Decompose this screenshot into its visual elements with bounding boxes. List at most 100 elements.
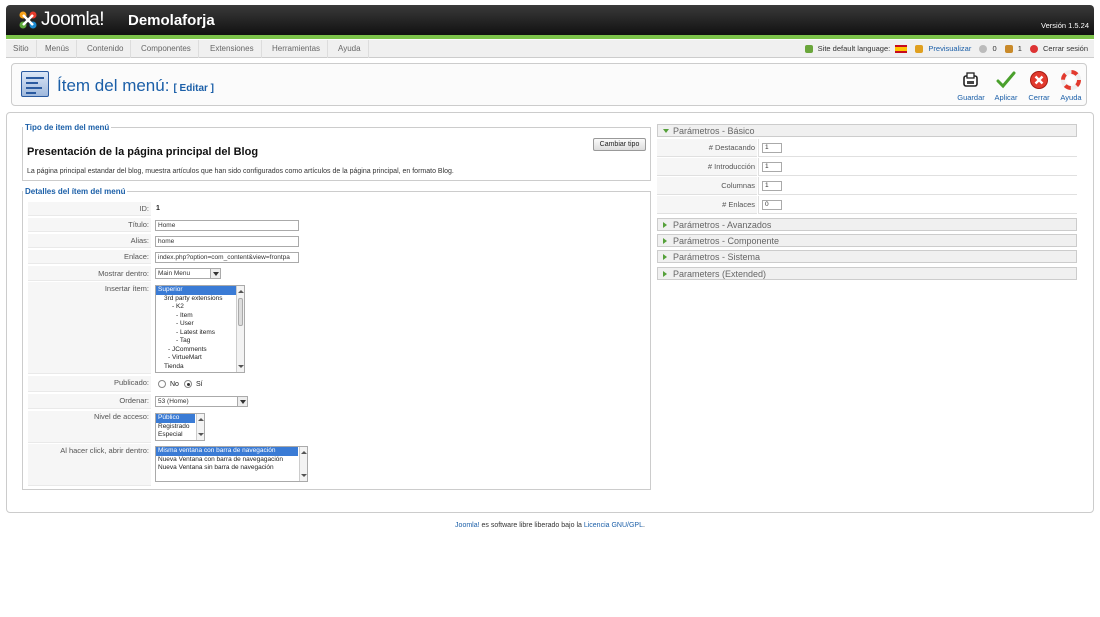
page-subtitle: [ Editar ]	[173, 83, 215, 94]
parent-option[interactable]: 3rd party extensions	[156, 295, 244, 304]
checkmark-icon	[996, 70, 1016, 90]
param-columns-input[interactable]: 1	[762, 181, 782, 191]
menu-extensiones[interactable]: Extensiones	[203, 40, 262, 58]
parent-scrollbar[interactable]	[236, 286, 244, 372]
param-featured-input[interactable]: 1	[762, 143, 782, 153]
parent-option[interactable]: - User	[156, 320, 244, 329]
scroll-down-icon	[198, 433, 204, 439]
published-label: Publicado:	[28, 376, 151, 392]
id-value: 1	[156, 205, 160, 212]
scroll-down-icon	[301, 474, 307, 480]
preview-link[interactable]: Previsualizar	[915, 40, 971, 58]
order-select[interactable]: 53 (Home)	[155, 396, 248, 407]
menu-herramientas[interactable]: Herramientas	[265, 40, 329, 58]
language-icon	[804, 45, 813, 54]
parent-option[interactable]: - Item	[156, 312, 244, 321]
params-system-header[interactable]: Parámetros - Sistema	[657, 250, 1077, 263]
link-input[interactable]: index.php?option=com_content&view=frontp…	[155, 252, 299, 263]
alias-input[interactable]: home	[155, 236, 299, 247]
access-listbox[interactable]: Público Registrado Especial	[155, 413, 205, 441]
help-button[interactable]: Ayuda	[1055, 70, 1087, 102]
target-listbox[interactable]: Misma ventana con barra de navegación Nu…	[155, 446, 308, 482]
params-basic-title: Parámetros - Básico	[673, 126, 755, 136]
params-extended-header[interactable]: Parameters (Extended)	[657, 267, 1077, 280]
published-no-radio[interactable]	[158, 380, 166, 388]
site-name: Demolaforja	[128, 12, 215, 29]
param-featured-cell	[758, 139, 1077, 157]
close-button[interactable]: Cerrar	[1023, 70, 1055, 102]
target-option[interactable]: Misma ventana con barra de navegación	[156, 447, 298, 456]
logo-text: Joomla!	[41, 9, 105, 30]
params-extended-title: Parameters (Extended)	[673, 269, 767, 279]
access-scrollbar[interactable]	[196, 414, 204, 440]
param-links-input[interactable]: 0	[762, 200, 782, 210]
parent-option[interactable]: - K2	[156, 303, 244, 312]
target-option[interactable]: Nueva Ventana con barra de navegagación	[156, 456, 307, 465]
footer-end: .	[642, 522, 645, 529]
parent-option[interactable]: - Tag	[156, 337, 244, 346]
language-indicator: Site default language:	[804, 40, 908, 58]
link-label: Enlace:	[28, 250, 151, 264]
show-in-select[interactable]: Main Menu	[155, 268, 221, 279]
title-input[interactable]: Home	[155, 220, 299, 231]
target-scrollbar[interactable]	[299, 447, 307, 481]
parent-listbox[interactable]: Superior 3rd party extensions - K2 - Ite…	[155, 285, 245, 373]
joomla-logo[interactable]: Joomla!	[18, 9, 105, 31]
param-columns-cell	[758, 177, 1077, 195]
change-type-button[interactable]: Cambiar tipo	[593, 138, 646, 151]
lifebuoy-icon	[1061, 70, 1081, 90]
logout-link[interactable]: Cerrar sesión	[1029, 40, 1088, 58]
help-label: Ayuda	[1060, 93, 1082, 102]
menu-sitio[interactable]: Sitio	[6, 40, 37, 58]
parent-option[interactable]: Superior	[156, 286, 244, 295]
joomla-link[interactable]: Joomla!	[455, 522, 480, 529]
header: Joomla! Demolaforja Versión 1.5.24	[6, 5, 1094, 35]
menu-menus[interactable]: Menús	[38, 40, 78, 58]
main-menubar: Sitio Menús Contenido Componentes Extens…	[6, 40, 1094, 58]
show-in-value: Main Menu	[158, 270, 191, 277]
expand-icon	[663, 238, 667, 244]
parent-option[interactable]: - VirtueMart	[156, 354, 244, 363]
params-component-title: Parámetros - Componente	[673, 236, 780, 246]
parent-option[interactable]: Tienda	[156, 363, 244, 372]
param-links-cell	[758, 196, 1077, 214]
id-label: ID:	[28, 202, 151, 216]
chevron-down-icon	[210, 269, 220, 278]
parent-option[interactable]: - Latest items	[156, 329, 244, 338]
users-count[interactable]: 1	[1004, 40, 1022, 58]
scroll-thumb[interactable]	[238, 298, 243, 326]
license-link[interactable]: Licencia GNU/GPL	[584, 522, 643, 529]
params-basic-header[interactable]: Parámetros - Básico	[657, 124, 1077, 137]
params-advanced-header[interactable]: Parámetros - Avanzados	[657, 218, 1077, 231]
access-label: Nivel de acceso:	[28, 411, 151, 443]
target-option[interactable]: Nueva Ventana sin barra de navegación	[156, 464, 307, 473]
collapse-icon	[663, 129, 669, 133]
apply-button[interactable]: Aplicar	[990, 70, 1022, 102]
param-links-label: # Enlaces	[657, 196, 757, 214]
menu-contenido[interactable]: Contenido	[80, 40, 132, 58]
close-label: Cerrar	[1028, 93, 1050, 102]
menu-type-legend: Tipo de item del menú	[25, 123, 110, 132]
parent-label: Insertar ítem:	[28, 282, 151, 374]
messages-count[interactable]: 0	[979, 40, 997, 58]
expand-icon	[663, 271, 667, 277]
menu-ayuda[interactable]: Ayuda	[331, 40, 369, 58]
published-yes-radio[interactable]	[184, 380, 192, 388]
published-no-label: No	[170, 381, 179, 388]
parent-option[interactable]: - JComments	[156, 346, 244, 355]
scroll-down-icon	[238, 365, 244, 371]
scroll-up-icon	[301, 448, 307, 454]
messages-count-value: 0	[992, 44, 997, 53]
language-label: Site default language:	[817, 44, 891, 53]
params-advanced-title: Parámetros - Avanzados	[673, 220, 772, 230]
menu-componentes[interactable]: Componentes	[134, 40, 199, 58]
access-option[interactable]: Público	[156, 414, 195, 423]
params-component-header[interactable]: Parámetros - Componente	[657, 234, 1077, 247]
chevron-down-icon	[237, 397, 247, 406]
save-button[interactable]: Guardar	[955, 70, 987, 102]
title-label: Título:	[28, 218, 151, 232]
params-system-title: Parámetros - Sistema	[673, 252, 761, 262]
param-intro-input[interactable]: 1	[762, 162, 782, 172]
order-value: 53 (Home)	[158, 398, 189, 405]
save-label: Guardar	[957, 93, 985, 102]
